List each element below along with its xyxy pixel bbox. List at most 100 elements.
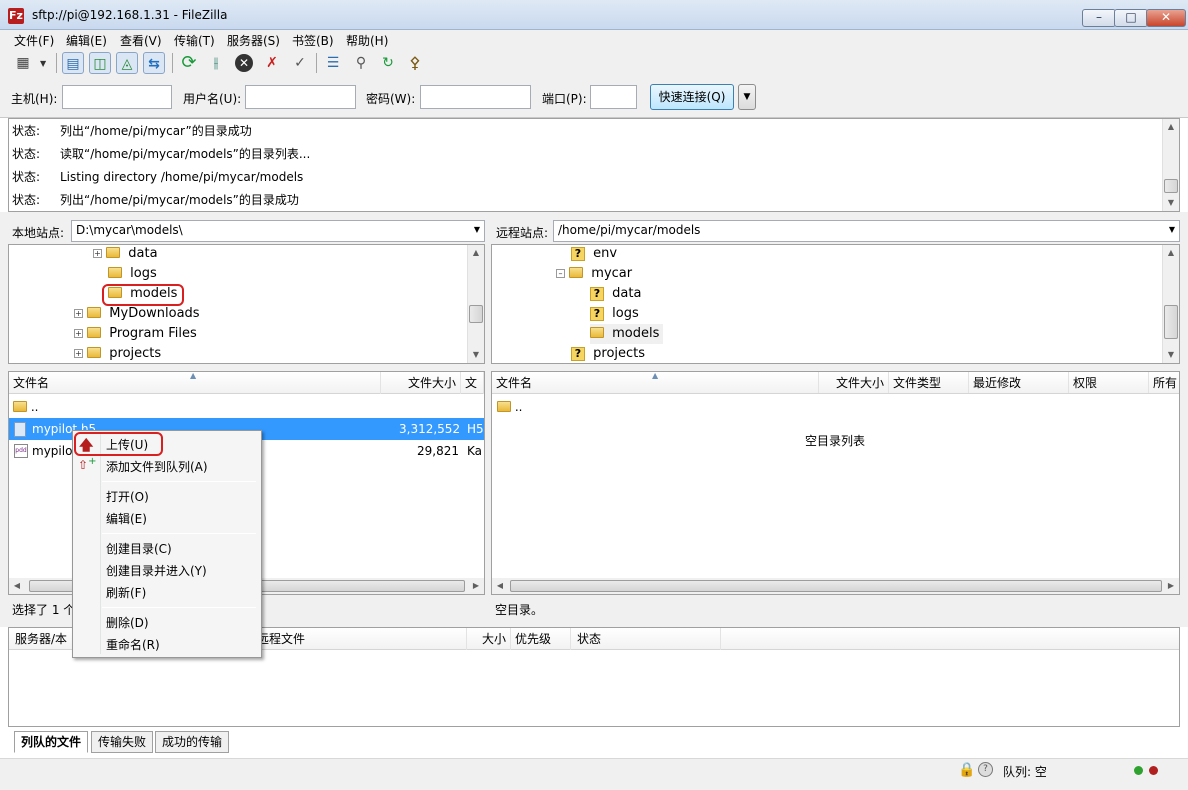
ctx-rename[interactable]: 重命名(R) bbox=[106, 636, 160, 653]
tree-item-logs[interactable]: ? logs bbox=[590, 304, 639, 324]
local-tree-scrollbar[interactable]: ▲ ▼ bbox=[467, 245, 484, 363]
password-input[interactable] bbox=[420, 85, 531, 109]
column-header-filetype[interactable]: 文件类型 bbox=[889, 372, 969, 393]
sync-browse-icon[interactable]: ↻ bbox=[377, 52, 399, 74]
tab-successful-transfers[interactable]: 成功的传输 bbox=[155, 731, 230, 753]
toggle-log-icon[interactable]: ▤ bbox=[62, 52, 84, 74]
process-queue-icon[interactable]: ⫲ bbox=[205, 52, 227, 74]
chevron-down-icon[interactable]: ▼ bbox=[1169, 225, 1175, 234]
port-input[interactable] bbox=[590, 85, 637, 109]
scroll-right-arrow-icon[interactable]: ▶ bbox=[1163, 578, 1179, 594]
scroll-down-arrow-icon[interactable]: ▼ bbox=[468, 347, 484, 363]
scroll-thumb[interactable] bbox=[1164, 179, 1178, 193]
toggle-remote-tree-icon[interactable]: ◬ bbox=[116, 52, 138, 74]
scroll-down-arrow-icon[interactable]: ▼ bbox=[1163, 195, 1179, 211]
ctx-upload[interactable]: 上传(U) bbox=[106, 436, 148, 453]
search-icon[interactable]: ⚴ bbox=[404, 52, 426, 74]
column-header-permissions[interactable]: 权限 bbox=[1069, 372, 1149, 393]
tab-failed-transfers[interactable]: 传输失败 bbox=[91, 731, 154, 753]
tree-item-logs[interactable]: logs bbox=[108, 264, 157, 284]
directory-listing-filters-icon[interactable]: ☰ bbox=[322, 52, 344, 74]
chevron-down-icon[interactable]: ▼ bbox=[40, 59, 46, 68]
ctx-refresh[interactable]: 刷新(F) bbox=[106, 584, 146, 601]
tree-item-projects[interactable]: + projects bbox=[74, 344, 161, 364]
column-header-owner[interactable]: 所有 bbox=[1149, 372, 1179, 393]
host-input[interactable] bbox=[62, 85, 172, 109]
column-header-last-modified[interactable]: 最近修改 bbox=[969, 372, 1069, 393]
ctx-create-directory-and-enter[interactable]: 创建目录并进入(Y) bbox=[106, 562, 207, 579]
unknown-folder-icon: ? bbox=[590, 306, 604, 321]
toggle-local-tree-icon[interactable]: ◫ bbox=[89, 52, 111, 74]
reconnect-icon[interactable]: ✓ bbox=[289, 52, 311, 74]
remote-list-hscrollbar[interactable]: ◀ ▶ bbox=[492, 578, 1179, 594]
maximize-button[interactable]: □ bbox=[1114, 9, 1148, 27]
file-row-parent[interactable]: .. bbox=[13, 396, 473, 418]
ctx-open[interactable]: 打开(O) bbox=[106, 488, 149, 505]
folder-icon bbox=[590, 327, 604, 338]
menu-transfer[interactable]: 传输(T) bbox=[174, 32, 215, 49]
column-header-filesize[interactable]: 文件大小 bbox=[381, 372, 461, 394]
column-header-filesize[interactable]: 文件大小 bbox=[819, 372, 889, 393]
scroll-up-arrow-icon[interactable]: ▲ bbox=[1163, 119, 1179, 135]
cancel-icon[interactable]: ✕ bbox=[233, 52, 255, 74]
scroll-left-arrow-icon[interactable]: ◀ bbox=[492, 578, 508, 594]
menu-edit[interactable]: 编辑(E) bbox=[66, 32, 107, 49]
tree-item-program-files[interactable]: + Program Files bbox=[74, 324, 197, 344]
menu-file[interactable]: 文件(F) bbox=[14, 32, 54, 49]
scroll-thumb[interactable] bbox=[1164, 305, 1178, 339]
scroll-up-arrow-icon[interactable]: ▲ bbox=[468, 245, 484, 261]
menu-bookmarks[interactable]: 书签(B) bbox=[292, 32, 334, 49]
tree-item-mycar[interactable]: – mycar bbox=[556, 264, 632, 284]
ctx-delete[interactable]: 删除(D) bbox=[106, 614, 149, 631]
tree-item-data[interactable]: + data bbox=[93, 244, 158, 264]
compare-icon[interactable]: ⚲ bbox=[350, 52, 372, 74]
quickconnect-dropdown-button[interactable]: ▼ bbox=[738, 84, 756, 110]
tree-item-env[interactable]: ? env bbox=[571, 244, 617, 264]
scroll-down-arrow-icon[interactable]: ▼ bbox=[1163, 347, 1179, 363]
tree-item-projects[interactable]: ? projects bbox=[571, 344, 645, 364]
scroll-thumb[interactable] bbox=[469, 305, 483, 323]
collapse-icon[interactable]: – bbox=[556, 269, 565, 278]
log-scrollbar[interactable]: ▲ ▼ bbox=[1162, 119, 1179, 211]
quickconnect-button[interactable]: 快速连接(Q) bbox=[650, 84, 734, 110]
scroll-left-arrow-icon[interactable]: ◀ bbox=[9, 578, 25, 594]
expand-icon[interactable]: + bbox=[93, 249, 102, 258]
column-header-size[interactable]: 大小 bbox=[467, 628, 511, 650]
scroll-up-arrow-icon[interactable]: ▲ bbox=[1163, 245, 1179, 261]
menu-server[interactable]: 服务器(S) bbox=[227, 32, 280, 49]
username-input[interactable] bbox=[245, 85, 356, 109]
remote-site-label: 远程站点: bbox=[496, 226, 549, 240]
speed-limit-icon[interactable]: ? bbox=[978, 762, 993, 777]
local-path-combobox[interactable]: D:\mycar\models\ ▼ bbox=[71, 220, 485, 242]
menu-help[interactable]: 帮助(H) bbox=[346, 32, 388, 49]
file-row-parent[interactable]: .. bbox=[497, 396, 522, 418]
refresh-icon[interactable]: ⟳ bbox=[178, 52, 200, 74]
ctx-add-to-queue[interactable]: 添加文件到队列(A) bbox=[106, 458, 208, 475]
close-button[interactable]: ✕ bbox=[1146, 9, 1186, 27]
expand-icon[interactable]: + bbox=[74, 329, 83, 338]
scroll-thumb[interactable] bbox=[510, 580, 1162, 592]
expand-icon[interactable]: + bbox=[74, 309, 83, 318]
expand-icon[interactable]: + bbox=[74, 349, 83, 358]
site-manager-icon[interactable]: ▦ bbox=[12, 52, 34, 74]
tree-item-models[interactable]: models bbox=[108, 284, 177, 304]
column-header-status[interactable]: 状态 bbox=[571, 628, 721, 650]
minimize-button[interactable]: – bbox=[1082, 9, 1116, 27]
remote-tree-scrollbar[interactable]: ▲ ▼ bbox=[1162, 245, 1179, 363]
disconnect-icon[interactable]: ✗ bbox=[261, 52, 283, 74]
tree-item-mydownloads[interactable]: + MyDownloads bbox=[74, 304, 200, 324]
ctx-edit[interactable]: 编辑(E) bbox=[106, 510, 147, 527]
folder-icon bbox=[497, 401, 511, 412]
column-header-priority[interactable]: 优先级 bbox=[511, 628, 571, 650]
column-header-remote-file[interactable]: 远程文件 bbox=[249, 628, 467, 650]
column-header-filetype[interactable]: 文 bbox=[461, 372, 484, 394]
tree-item-models[interactable]: models bbox=[590, 324, 664, 344]
scroll-right-arrow-icon[interactable]: ▶ bbox=[468, 578, 484, 594]
tree-item-data[interactable]: ? data bbox=[590, 284, 641, 304]
chevron-down-icon[interactable]: ▼ bbox=[474, 225, 480, 234]
tab-queued-files[interactable]: 列队的文件 bbox=[14, 731, 89, 753]
remote-path-combobox[interactable]: /home/pi/mycar/models ▼ bbox=[553, 220, 1180, 242]
toggle-queue-icon[interactable]: ⇆ bbox=[143, 52, 165, 74]
ctx-create-directory[interactable]: 创建目录(C) bbox=[106, 540, 172, 557]
menu-view[interactable]: 查看(V) bbox=[120, 32, 162, 49]
